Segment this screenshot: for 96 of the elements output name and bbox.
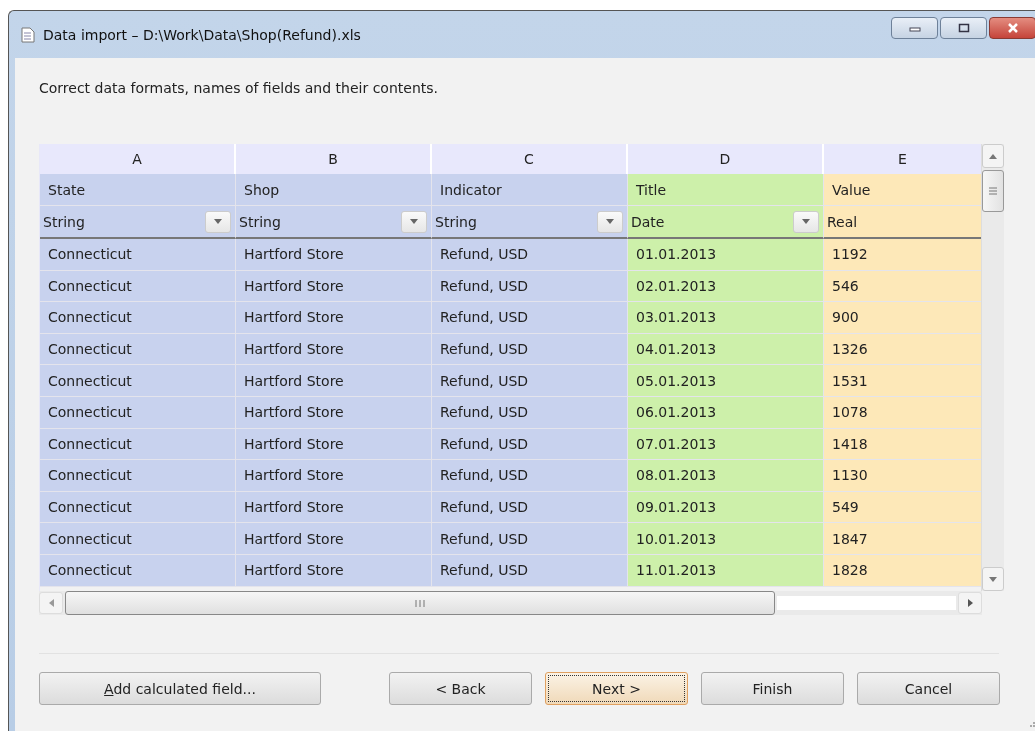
field-name-cell[interactable]: Value — [824, 174, 982, 206]
table-cell: Refund, USD — [432, 333, 628, 366]
table-cell: Hartford Store — [236, 270, 432, 303]
table-cell: 07.01.2013 — [628, 428, 824, 461]
column-letter-header[interactable]: B — [236, 144, 432, 174]
scroll-right-icon[interactable] — [958, 592, 982, 614]
table-cell: 1130 — [824, 460, 982, 492]
window-title: Data import – D:\Work\Data\Shop(Refund).xls — [43, 26, 362, 43]
table-cell: 1531 — [824, 365, 982, 397]
table-cell: Connecticut — [40, 396, 236, 429]
table-cell: Connecticut — [40, 333, 236, 366]
table-cell: 04.01.2013 — [628, 333, 824, 366]
table-cell: Connecticut — [40, 302, 236, 334]
dialog-button[interactable]: Next > — [545, 672, 688, 705]
column-letter-header[interactable]: D — [628, 144, 824, 174]
type-value: String — [239, 213, 281, 230]
maximize-icon — [957, 23, 970, 33]
table-cell: 900 — [824, 302, 982, 334]
table-cell: 1192 — [824, 239, 982, 271]
table-cell: 11.01.2013 — [628, 554, 824, 587]
type-value: Real — [827, 213, 858, 230]
dialog-button[interactable]: < Back — [389, 672, 532, 705]
table-cell: 05.01.2013 — [628, 365, 824, 397]
column-letter-header[interactable]: E — [824, 144, 982, 174]
scroll-thumb[interactable] — [65, 591, 775, 615]
column-letter-header[interactable]: A — [40, 144, 236, 174]
table-cell: Hartford Store — [236, 460, 432, 492]
type-dropdown[interactable]: String — [432, 206, 628, 239]
column-letter-header[interactable]: C — [432, 144, 628, 174]
table-cell: Refund, USD — [432, 491, 628, 524]
table-cell: Connecticut — [40, 460, 236, 492]
table-cell: Refund, USD — [432, 460, 628, 492]
table-cell: Refund, USD — [432, 302, 628, 334]
table-cell: 1828 — [824, 554, 982, 587]
table-cell: Connecticut — [40, 428, 236, 461]
type-value: String — [435, 213, 477, 230]
table-cell: 08.01.2013 — [628, 460, 824, 492]
table-cell: Refund, USD — [432, 365, 628, 397]
table-cell: 1326 — [824, 333, 982, 366]
type-value: String — [43, 213, 85, 230]
table-cell: 09.01.2013 — [628, 491, 824, 524]
add-calculated-field-button[interactable]: Add calculated field... — [39, 672, 321, 705]
table-cell: 546 — [824, 270, 982, 303]
table-cell: 06.01.2013 — [628, 396, 824, 429]
dialog-button[interactable]: Finish — [701, 672, 844, 705]
type-dropdown[interactable]: String — [236, 206, 432, 239]
field-name-cell[interactable]: Title — [628, 174, 824, 206]
table-cell: Refund, USD — [432, 428, 628, 461]
field-name-cell[interactable]: Indicator — [432, 174, 628, 206]
table-cell: 02.01.2013 — [628, 270, 824, 303]
table-cell: Connecticut — [40, 554, 236, 587]
table-cell: Refund, USD — [432, 239, 628, 271]
table-cell: 1418 — [824, 428, 982, 461]
table-cell: Hartford Store — [236, 333, 432, 366]
table-cell: Refund, USD — [432, 396, 628, 429]
close-icon — [1005, 23, 1020, 33]
table-cell: Connecticut — [40, 239, 236, 271]
instruction-text: Correct data formats, names of fields and their contents. — [39, 80, 439, 98]
vertical-scrollbar[interactable] — [981, 144, 1004, 591]
table-cell: 10.01.2013 — [628, 523, 824, 555]
table-cell: Connecticut — [40, 491, 236, 524]
document-icon — [21, 26, 35, 43]
table-cell: 1078 — [824, 396, 982, 429]
table-cell: 01.01.2013 — [628, 239, 824, 271]
scroll-thumb[interactable] — [982, 170, 1004, 212]
table-cell: Refund, USD — [432, 270, 628, 303]
maximize-button[interactable] — [940, 17, 987, 39]
scroll-up-icon[interactable] — [982, 144, 1004, 168]
table-cell: Hartford Store — [236, 365, 432, 397]
type-dropdown[interactable]: Date — [628, 206, 824, 239]
type-dropdown[interactable]: String — [40, 206, 236, 239]
table-cell: Hartford Store — [236, 491, 432, 524]
table-cell: 1847 — [824, 523, 982, 555]
table-cell: Refund, USD — [432, 554, 628, 587]
type-value: Date — [631, 213, 665, 230]
table-cell: Refund, USD — [432, 523, 628, 555]
scroll-down-icon[interactable] — [982, 567, 1004, 591]
table-cell: Hartford Store — [236, 396, 432, 429]
table-cell: Connecticut — [40, 270, 236, 303]
table-cell: Connecticut — [40, 365, 236, 397]
table-cell: Hartford Store — [236, 302, 432, 334]
horizontal-scrollbar[interactable] — [39, 591, 982, 615]
scroll-left-icon[interactable] — [39, 592, 63, 614]
type-dropdown[interactable]: Real — [824, 206, 982, 239]
field-name-cell[interactable]: Shop — [236, 174, 432, 206]
table-cell: Connecticut — [40, 523, 236, 555]
table-cell: 549 — [824, 491, 982, 524]
table-cell: Hartford Store — [236, 428, 432, 461]
field-name-cell[interactable]: State — [40, 174, 236, 206]
dialog-button[interactable]: Cancel — [857, 672, 1000, 705]
table-cell: Hartford Store — [236, 554, 432, 587]
table-cell: Hartford Store — [236, 523, 432, 555]
table-cell: Hartford Store — [236, 239, 432, 271]
table-cell: 03.01.2013 — [628, 302, 824, 334]
minimize-icon — [908, 24, 921, 32]
close-button[interactable] — [989, 17, 1035, 39]
